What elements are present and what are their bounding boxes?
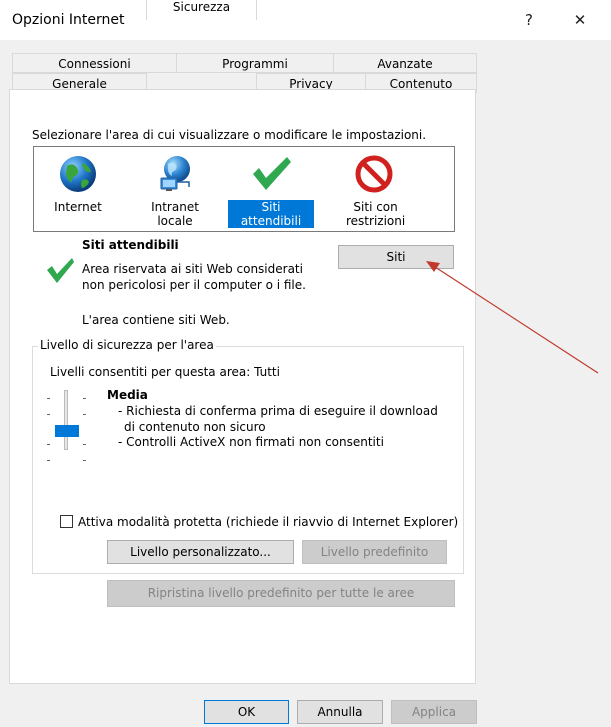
tab-sicurezza[interactable]: Sicurezza (146, 0, 257, 20)
annotation-arrow (426, 261, 599, 374)
